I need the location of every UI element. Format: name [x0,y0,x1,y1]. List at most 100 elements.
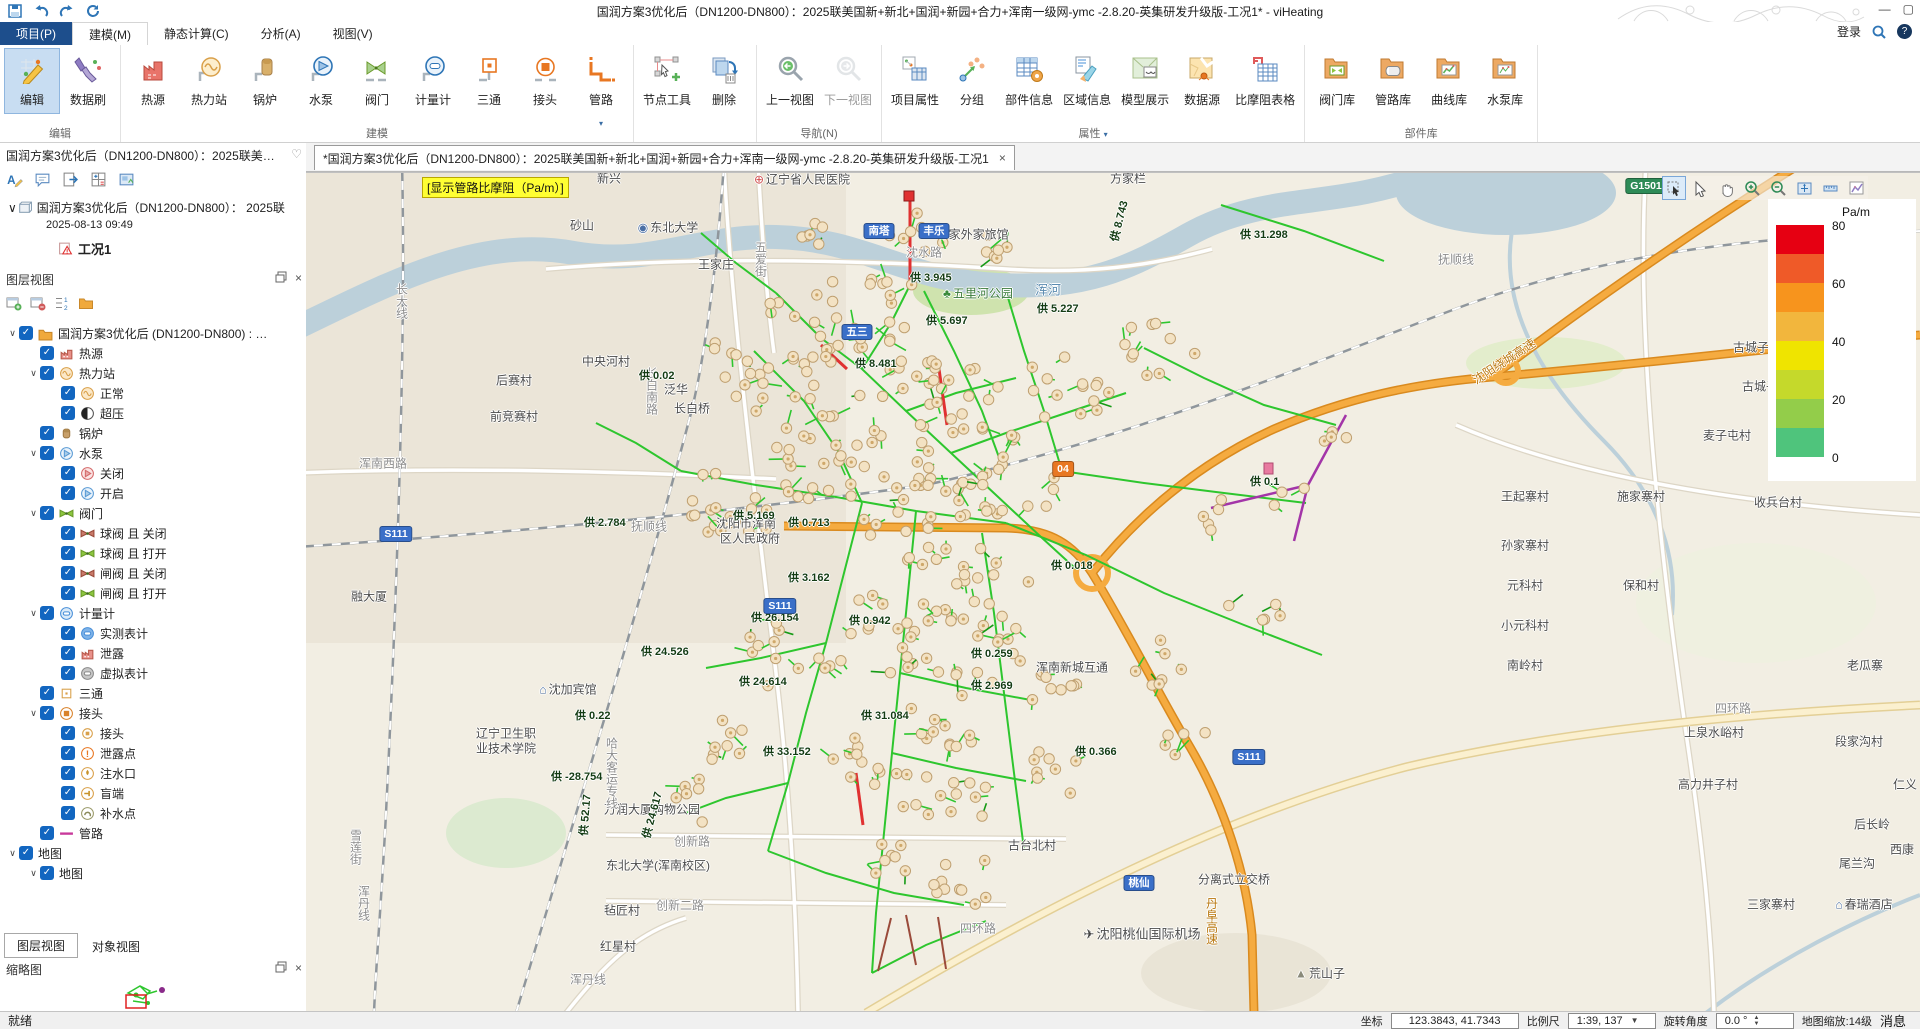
heat-station-node[interactable] [951,741,961,751]
heat-station-node[interactable] [965,778,975,788]
heat-station-node[interactable] [923,480,933,490]
heat-station-node[interactable] [720,372,730,382]
layer-row-24[interactable]: ✓ 补水点 [0,803,306,823]
layer-row-5[interactable]: ✓ 锅炉 [0,423,306,443]
heat-station-node[interactable] [859,461,869,471]
heat-station-node[interactable] [808,352,818,362]
heat-station-node[interactable] [920,246,930,256]
heat-station-node[interactable] [809,380,819,390]
layer-row-13[interactable]: ✓ 闸阀 且 打开 [0,583,306,603]
measure-ruler-tool[interactable] [1818,176,1842,200]
heat-station-node[interactable] [745,368,755,378]
layer-row-22[interactable]: ✓ 注水口 [0,763,306,783]
heat-station-node[interactable] [731,391,741,401]
heat-station-node[interactable] [1341,432,1351,442]
menu-tab-0[interactable]: 项目(P) [0,22,72,45]
bottom-tab-0[interactable]: 图层视图 [4,933,78,958]
heat-station-node[interactable] [746,504,756,514]
heat-station-node[interactable] [946,414,956,424]
heat-station-node[interactable] [946,616,956,626]
heat-station-node[interactable] [823,485,833,495]
heat-station-node[interactable] [911,800,921,810]
heat-station-node[interactable] [765,298,775,308]
layer-checkbox[interactable]: ✓ [19,846,33,860]
heat-station-node[interactable] [1042,374,1052,384]
layer-row-14[interactable]: ∨ ✓ 计量计 [0,603,306,623]
heat-station-node[interactable] [1066,681,1076,691]
menu-tab-3[interactable]: 分析(A) [245,22,317,45]
heat-station-node[interactable] [956,885,966,895]
heat-station-node[interactable] [929,375,939,385]
layer-checkbox[interactable]: ✓ [61,646,75,660]
heat-station-node[interactable] [890,852,900,862]
heat-station-node[interactable] [1277,487,1287,497]
heat-station-node[interactable] [975,543,985,553]
heat-station-node[interactable] [957,409,967,419]
heat-station-node[interactable] [846,628,856,638]
ribbon-button-pump[interactable]: 水泵 [293,48,349,114]
layer-row-2[interactable]: ∨ ✓ 热力站 [0,363,306,383]
expand-arrow-icon[interactable]: ∨ [8,201,17,215]
message-button[interactable]: 消息 [1880,1011,1906,1030]
rotation-stepper[interactable]: 0.0 °▲▼ [1716,1013,1794,1029]
pan-hand-tool[interactable] [1714,176,1738,200]
menu-tab-1[interactable]: 建模(M) [72,22,148,46]
ribbon-button-modelshow[interactable]: 模型展示 [1116,48,1174,114]
heat-station-node[interactable] [931,554,941,564]
ribbon-button-source[interactable]: 热源 [125,48,181,114]
heat-station-node[interactable] [833,340,843,350]
heat-station-node[interactable] [784,444,794,454]
heat-station-node[interactable] [904,552,914,562]
layer-row-6[interactable]: ∨ ✓ 水泵 [0,443,306,463]
heat-station-node[interactable] [951,669,961,679]
heat-station-node[interactable] [846,491,856,501]
heat-station-node[interactable] [698,469,708,479]
heat-station-node[interactable] [948,778,958,788]
zoom-in-tool[interactable] [1740,176,1764,200]
heat-station-node[interactable] [753,640,763,650]
heat-station-node[interactable] [865,279,875,289]
layer-checkbox[interactable]: ✓ [61,786,75,800]
undo-icon[interactable] [32,2,50,20]
layer-row-15[interactable]: ✓ 实测表计 [0,623,306,643]
expand-arrow-icon[interactable]: ∨ [27,608,40,619]
heat-station-node[interactable] [1126,322,1136,332]
heat-station-node[interactable] [915,420,925,430]
layer-row-20[interactable]: ✓ 接头 [0,723,306,743]
heat-station-node[interactable] [940,859,950,869]
layer-checkbox[interactable]: ✓ [40,446,54,460]
layer-checkbox[interactable]: ✓ [61,626,75,640]
layer-row-16[interactable]: ✓ 泄露 [0,643,306,663]
heat-station-node[interactable] [852,440,862,450]
layer-checkbox[interactable]: ✓ [40,346,54,360]
ribbon-button-regioninfo[interactable]: 区域信息 [1058,48,1116,114]
layer-checkbox[interactable]: ✓ [61,566,75,580]
calc-icon[interactable] [90,171,108,189]
heat-station-node[interactable] [917,437,927,447]
heat-station-node[interactable] [1299,483,1309,493]
refresh-icon[interactable] [84,2,102,20]
layer-row-12[interactable]: ✓ 闸阀 且 关闭 [0,563,306,583]
layer-row-18[interactable]: ✓ 三通 [0,683,306,703]
rename-icon[interactable]: A [6,171,24,189]
expand-arrow-icon[interactable]: ∨ [6,848,19,859]
heat-station-node[interactable] [901,526,911,536]
remove-layer-icon[interactable] [30,295,46,311]
curve-plot-tool[interactable] [1844,176,1868,200]
heat-station-node[interactable] [1269,500,1279,510]
heat-station-node[interactable] [1023,501,1033,511]
heat-station-node[interactable] [893,507,903,517]
heat-station-node[interactable] [1032,773,1042,783]
ribbon-button-brush[interactable]: 数据刷 [60,48,116,114]
heat-station-node[interactable] [827,277,837,287]
heat-station-node[interactable] [1059,352,1069,362]
heat-station-node[interactable] [697,817,707,827]
heat-station-node[interactable] [988,570,998,580]
layer-checkbox[interactable]: ✓ [61,586,75,600]
heat-station-node[interactable] [905,226,915,236]
heat-station-node[interactable] [969,596,979,606]
heat-station-node[interactable] [899,322,909,332]
heat-station-node[interactable] [722,741,732,751]
heat-station-node[interactable] [1077,379,1087,389]
heat-station-node[interactable] [933,667,943,677]
